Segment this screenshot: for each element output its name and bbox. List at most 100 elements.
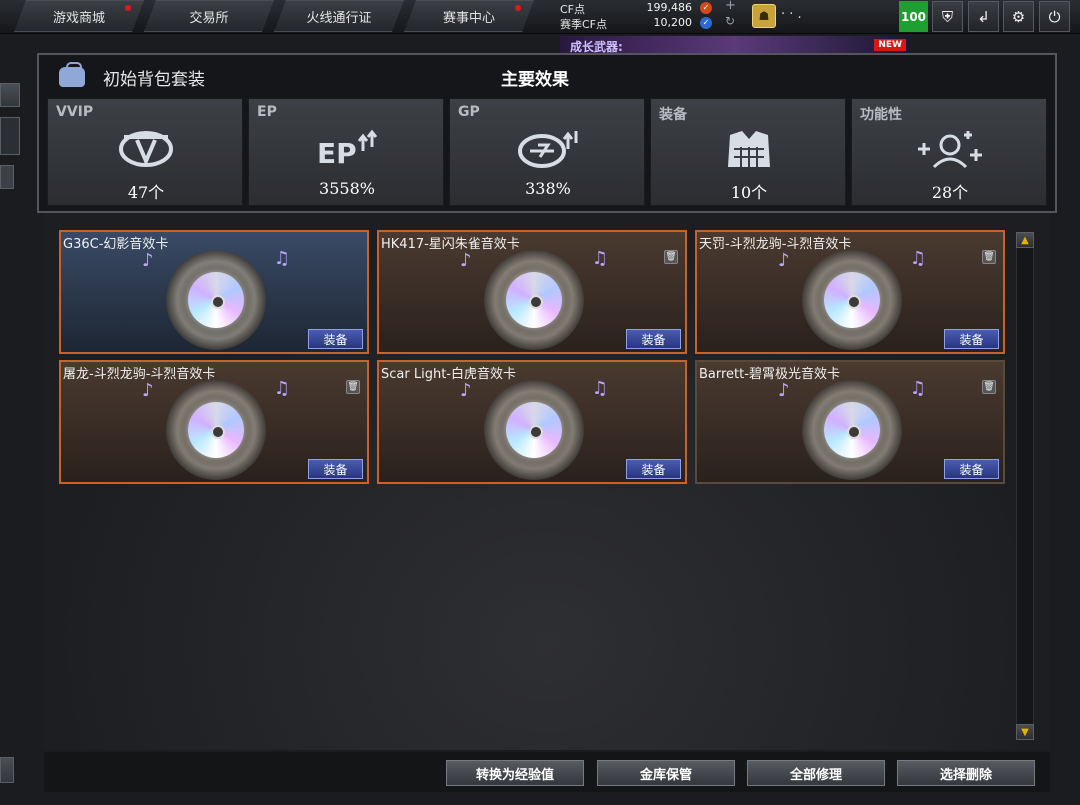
- nickname: · · .: [781, 7, 802, 22]
- tab-game-store[interactable]: 游戏商城: [14, 0, 144, 32]
- effect-function: 功能性 28个: [851, 98, 1047, 206]
- trash-icon[interactable]: 🗑: [664, 250, 678, 264]
- item-card[interactable]: 天罚-斗烈龙驹-斗烈音效卡 🗑 ♪ ♫ 装备: [695, 230, 1005, 354]
- repair-all-button[interactable]: 全部修理: [747, 760, 885, 786]
- music-note-icon: ♪: [460, 380, 472, 401]
- music-note-icon: ♪: [778, 380, 790, 401]
- notification-dot: [125, 5, 131, 11]
- season-points-row: 赛季CF点 10,200 ✓: [560, 16, 720, 31]
- equip-button[interactable]: 装备: [626, 329, 681, 349]
- effect-label: EP: [257, 104, 277, 120]
- gear-icon[interactable]: ⚙: [1003, 1, 1034, 32]
- effect-label: 功能性: [860, 107, 902, 123]
- equip-button[interactable]: 装备: [308, 329, 363, 349]
- scrollbar-track[interactable]: [1016, 232, 1034, 740]
- gp-up-icon: [510, 127, 586, 171]
- trash-icon[interactable]: 🗑: [982, 250, 996, 264]
- item-card[interactable]: Barrett-碧霄极光音效卡 🗑 ♪ ♫ 装备: [695, 360, 1005, 484]
- promo-banner[interactable]: 成长武器: NEW: [560, 36, 910, 54]
- tab-event-center[interactable]: 赛事中心: [404, 0, 534, 32]
- cf-coin-icon: ✓: [700, 2, 712, 14]
- item-card[interactable]: G36C-幻影音效卡 ♪ ♫ 装备: [59, 230, 369, 354]
- trash-icon[interactable]: 🗑: [346, 380, 360, 394]
- top-bar: 游戏商城 交易所 火线通行证 赛事中心 CF点 199,486 ✓ 赛季CF点 …: [0, 0, 1080, 34]
- sound-card-icon: ♪ ♫: [142, 246, 290, 352]
- sound-card-icon: ♪ ♫: [142, 376, 290, 482]
- rank-badge-icon[interactable]: ☗: [752, 4, 776, 28]
- cf-points-row: CF点 199,486 ✓: [560, 1, 720, 16]
- item-card[interactable]: HK417-星闪朱雀音效卡 🗑 ♪ ♫ 装备: [377, 230, 687, 354]
- tab-label: 游戏商城: [52, 10, 105, 26]
- sound-card-icon: ♪ ♫: [460, 246, 608, 352]
- armor-icon: [711, 127, 787, 171]
- tab-label: 赛事中心: [442, 10, 495, 26]
- left-side-tab[interactable]: [0, 117, 20, 155]
- sound-card-icon: ♪ ♫: [778, 246, 926, 352]
- equip-button[interactable]: 装备: [308, 459, 363, 479]
- trash-icon[interactable]: 🗑: [982, 380, 996, 394]
- ep-up-icon: EP: [309, 127, 385, 171]
- svg-text:EP: EP: [317, 137, 357, 169]
- effect-value: 28个: [931, 183, 969, 202]
- music-note-icon: ♫: [591, 248, 608, 269]
- music-note-icon: ♫: [273, 248, 290, 269]
- effect-ep: EP EP 3558%: [248, 98, 444, 206]
- backpack-icon: [59, 62, 85, 87]
- music-note-icon: ♪: [460, 250, 472, 271]
- cf-points-value: 199,486: [646, 1, 693, 14]
- tab-battle-pass[interactable]: 火线通行证: [274, 0, 404, 32]
- effect-label: VVIP: [56, 104, 94, 120]
- season-points-label: 赛季CF点: [560, 18, 608, 31]
- power-icon[interactable]: ⏻: [1039, 1, 1070, 32]
- cf-points-label: CF点: [560, 3, 586, 16]
- promo-text: 成长武器:: [570, 40, 623, 54]
- effect-value: 10个: [730, 183, 768, 202]
- return-icon[interactable]: ↲: [968, 1, 999, 32]
- scroll-down-icon[interactable]: ▼: [1016, 724, 1034, 740]
- effect-label: 装备: [659, 107, 687, 123]
- left-bottom-tab[interactable]: [0, 757, 14, 783]
- shield-icon[interactable]: ⛨: [932, 1, 963, 32]
- vvip-icon: [108, 127, 184, 171]
- season-points-value: 10,200: [653, 16, 693, 29]
- popup-title: 主要效果: [501, 70, 569, 90]
- effect-armor: 装备 10个: [650, 98, 846, 206]
- effect-value: 338%: [525, 179, 571, 198]
- package-name: 初始背包套装: [103, 70, 205, 90]
- new-badge: NEW: [874, 39, 906, 51]
- left-arrow-tab[interactable]: [0, 165, 14, 189]
- effect-vvip: VVIP 47个: [47, 98, 243, 206]
- effect-value: 47个: [127, 183, 165, 202]
- effect-label: GP: [458, 104, 480, 120]
- vault-storage-button[interactable]: 金库保管: [597, 760, 735, 786]
- equip-button[interactable]: 装备: [944, 329, 999, 349]
- scroll-up-icon[interactable]: ▲: [1016, 232, 1034, 248]
- level-badge: 100: [899, 1, 928, 32]
- notification-dot: [515, 5, 521, 11]
- delete-selected-button[interactable]: 选择删除: [897, 760, 1035, 786]
- equip-button[interactable]: 装备: [626, 459, 681, 479]
- season-coin-icon: ✓: [700, 17, 712, 29]
- tab-exchange[interactable]: 交易所: [144, 0, 274, 32]
- equip-button[interactable]: 装备: [944, 459, 999, 479]
- music-note-icon: ♪: [142, 380, 154, 401]
- music-note-icon: ♫: [909, 248, 926, 269]
- music-note-icon: ♪: [142, 250, 154, 271]
- currency-panel: CF点 199,486 ✓ 赛季CF点 10,200 ✓: [560, 1, 720, 33]
- left-side-tab[interactable]: [0, 83, 20, 107]
- music-note-icon: ♪: [778, 250, 790, 271]
- item-card[interactable]: Scar Light-白虎音效卡 ♪ ♫ 装备: [377, 360, 687, 484]
- convert-to-exp-button[interactable]: 转换为经验值: [446, 760, 584, 786]
- music-note-icon: ♫: [273, 378, 290, 399]
- sound-card-icon: ♪ ♫: [460, 376, 608, 482]
- plus-icon[interactable]: +: [725, 0, 736, 13]
- refresh-icon[interactable]: ↻: [725, 14, 735, 28]
- music-note-icon: ♫: [591, 378, 608, 399]
- sound-card-icon: ♪ ♫: [778, 376, 926, 482]
- effect-gp: GP 338%: [449, 98, 645, 206]
- item-card[interactable]: 屠龙-斗烈龙驹-斗烈音效卡 🗑 ♪ ♫ 装备: [59, 360, 369, 484]
- music-note-icon: ♫: [909, 378, 926, 399]
- tab-label: 交易所: [189, 10, 229, 26]
- effect-value: 3558%: [319, 179, 375, 198]
- tab-label: 火线通行证: [306, 10, 372, 26]
